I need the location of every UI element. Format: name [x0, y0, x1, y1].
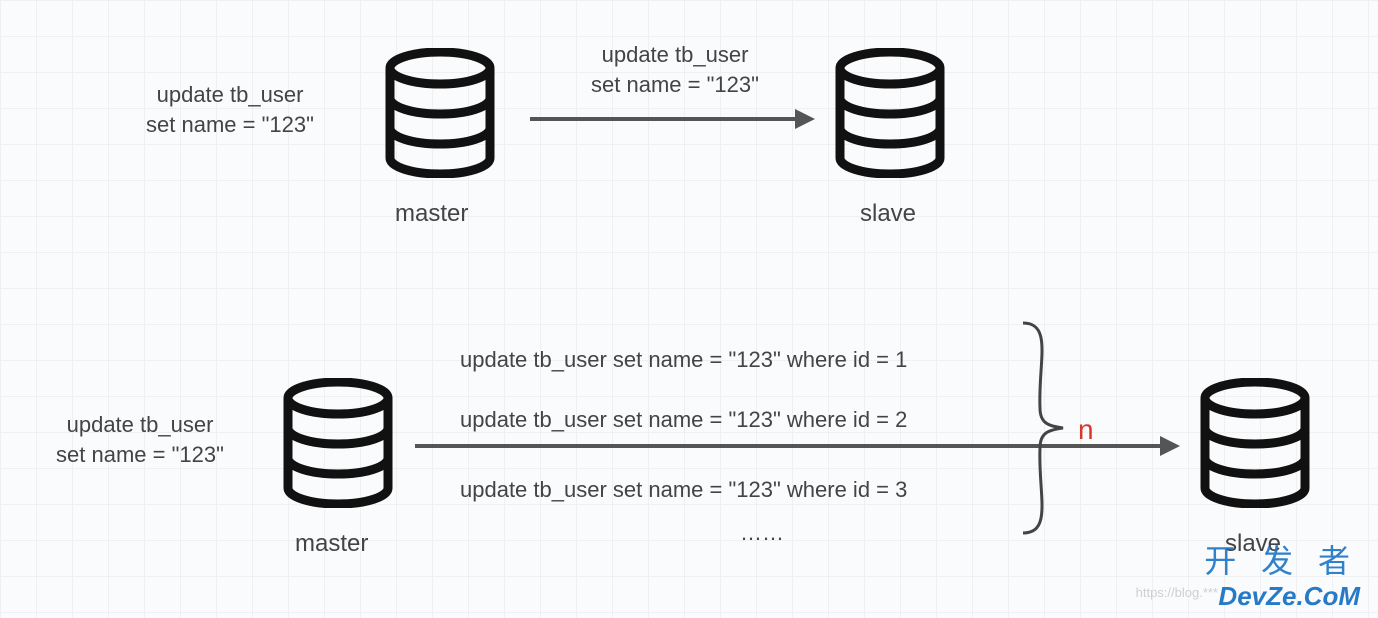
top-input-sql-line1: update tb_user	[100, 80, 360, 110]
top-master-label: master	[395, 200, 468, 228]
curly-brace-icon	[1018, 318, 1068, 538]
top-arrow	[530, 105, 815, 133]
bottom-master-db-icon	[278, 378, 398, 508]
top-slave-label: slave	[860, 200, 916, 228]
bottom-input-sql-line1: update tb_user	[10, 410, 270, 440]
top-replicated-sql: update tb_user set name = "123"	[545, 40, 805, 99]
arrow-right-icon	[530, 105, 815, 133]
top-input-sql-line2: set name = "123"	[100, 110, 360, 140]
bottom-input-sql-line2: set name = "123"	[10, 440, 270, 470]
database-icon	[830, 48, 950, 178]
top-input-sql: update tb_user set name = "123"	[100, 80, 360, 139]
brace-right-icon	[1018, 318, 1068, 538]
top-replicated-sql-line2: set name = "123"	[545, 70, 805, 100]
n-label: n	[1078, 414, 1094, 446]
top-replicated-sql-line1: update tb_user	[545, 40, 805, 70]
watermark-cn: 开 发 者	[1204, 536, 1358, 582]
master-db-icon	[380, 48, 500, 178]
expanded-sql-ellipsis: ……	[740, 518, 784, 548]
watermark-en: DevZe.CoM	[1218, 581, 1360, 612]
bottom-input-sql: update tb_user set name = "123"	[10, 410, 270, 469]
expanded-sql-3: update tb_user set name = "123" where id…	[460, 475, 907, 505]
database-icon	[278, 378, 398, 508]
database-icon	[380, 48, 500, 178]
database-icon	[1195, 378, 1315, 508]
slave-db-icon	[830, 48, 950, 178]
watermark-url: https://blog.***	[1136, 585, 1218, 600]
bottom-slave-db-icon	[1195, 378, 1315, 508]
expanded-sql-1: update tb_user set name = "123" where id…	[460, 345, 907, 375]
expanded-sql-2: update tb_user set name = "123" where id…	[460, 405, 907, 435]
bottom-master-label: master	[295, 530, 368, 558]
